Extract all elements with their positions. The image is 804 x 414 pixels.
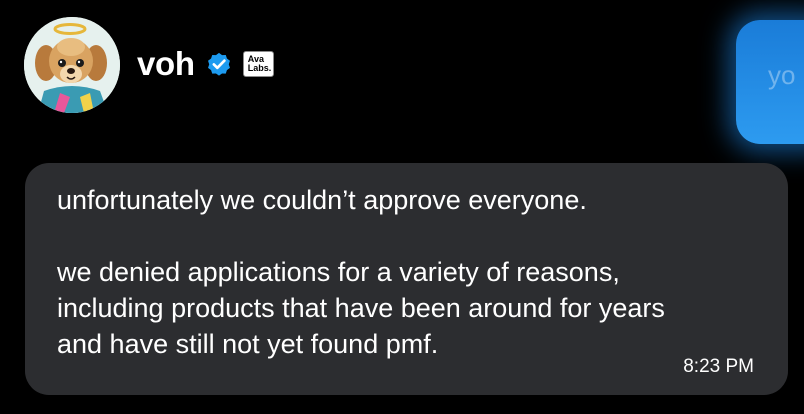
message-line: including products that have been around… bbox=[57, 293, 665, 323]
message-line: we denied applications for a variety of … bbox=[57, 257, 620, 287]
message-line: and have still not yet found pmf. bbox=[57, 329, 439, 359]
dm-conversation: voh Ava Labs. yo unfortunately we couldn… bbox=[0, 0, 804, 414]
dog-halo-avatar-icon bbox=[24, 17, 120, 113]
sender-header: voh Ava Labs. bbox=[137, 44, 274, 84]
affiliate-badge[interactable]: Ava Labs. bbox=[242, 51, 274, 77]
sender-display-name[interactable]: voh bbox=[137, 44, 195, 84]
message-timestamp: 8:23 PM bbox=[683, 356, 754, 377]
sent-message-bubble[interactable]: yo bbox=[736, 20, 804, 144]
sent-message-text: yo bbox=[768, 60, 796, 90]
message-text: unfortunately we couldn’t approve everyo… bbox=[57, 182, 769, 362]
verified-check-icon bbox=[205, 50, 233, 78]
message-line: unfortunately we couldn’t approve everyo… bbox=[57, 185, 587, 215]
affiliate-badge-line-2: Labs. bbox=[247, 63, 272, 73]
avatar[interactable] bbox=[24, 17, 120, 113]
received-message-bubble[interactable]: unfortunately we couldn’t approve everyo… bbox=[25, 163, 788, 395]
